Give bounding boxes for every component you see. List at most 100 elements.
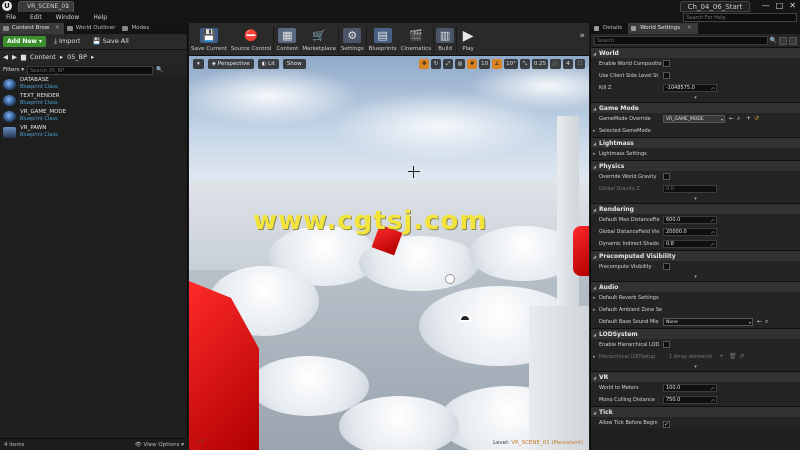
reset-arrow-icon[interactable]: ↺ — [754, 115, 759, 123]
build-button[interactable]: ▥ Build — [434, 23, 456, 56]
rotation-snap-value[interactable]: 10° — [504, 59, 518, 69]
reset-arrow-icon[interactable]: ⤺ — [711, 217, 715, 224]
mono-culling-input[interactable]: 750.0 ⤺ — [663, 396, 717, 404]
reset-arrow-icon[interactable]: ⤺ — [711, 397, 715, 404]
tab-world-outliner[interactable]: World Outliner — [64, 23, 120, 34]
property-matrix-icon[interactable] — [779, 36, 787, 45]
details-search-input[interactable]: Search — [594, 36, 768, 45]
scale-icon[interactable]: ⤢ — [443, 59, 454, 69]
save-all-button[interactable]: 💾 Save All — [89, 36, 133, 47]
reset-arrow-icon[interactable]: ⤺ — [711, 85, 715, 92]
save-current-button[interactable]: 💾 Save Current — [189, 23, 229, 56]
blueprints-button[interactable]: ▤ Blueprints — [367, 23, 399, 56]
close-icon[interactable]: ✕ — [65, 2, 70, 12]
category-precomputed-visibility[interactable]: Precomputed Visibility — [591, 250, 800, 262]
menu-window[interactable]: Window — [50, 14, 80, 21]
list-item[interactable]: TEXT_RENDER Blueprint Class — [0, 93, 187, 109]
gamemode-override-dropdown[interactable]: VR_GAME_MODE ▾ — [663, 115, 725, 123]
back-icon[interactable]: ◀ — [3, 53, 8, 61]
camera-speed-value[interactable]: 4 — [563, 59, 573, 69]
tab-details[interactable]: Details — [591, 23, 628, 34]
source-control-button[interactable]: ⛔ Source Control — [229, 23, 274, 56]
category-lightmass[interactable]: Lightmass — [591, 137, 800, 149]
toolbar-overflow-icon[interactable]: » — [579, 31, 585, 41]
reset-arrow-icon[interactable]: ⤺ — [711, 241, 715, 248]
tab-modes[interactable]: Modes — [119, 23, 153, 34]
tab-content-browser[interactable]: Content Brow ✕ — [0, 23, 64, 34]
category-world[interactable]: World — [591, 47, 800, 59]
cinematics-button[interactable]: 🎬 Cinematics — [399, 23, 434, 56]
close-icon[interactable]: ✕ — [55, 25, 60, 31]
global-distancefield-input[interactable]: 20000.0 ⤺ — [663, 228, 717, 236]
expand-advanced-icon[interactable]: ▾ — [591, 363, 800, 371]
close-window-button[interactable]: ✕ — [789, 0, 796, 11]
reset-arrow-icon[interactable]: ⤺ — [711, 385, 715, 392]
category-physics[interactable]: Physics — [591, 160, 800, 172]
show-button[interactable]: Show — [282, 59, 306, 69]
precompute-visibility-checkbox[interactable] — [663, 263, 670, 270]
marketplace-button[interactable]: 🛒 Marketplace — [300, 23, 338, 56]
category-vr[interactable]: VR — [591, 371, 800, 383]
expand-advanced-icon[interactable]: ▾ — [591, 195, 800, 203]
menu-help[interactable]: Help — [87, 14, 107, 21]
camera-speed-icon[interactable]: 🎥 — [550, 59, 561, 69]
browse-arrow-icon[interactable]: ← — [757, 318, 762, 326]
allow-tick-checkbox[interactable] — [663, 421, 670, 428]
tab-world-settings[interactable]: World Settings ✕ — [628, 23, 698, 34]
reset-arrow-icon[interactable]: ⤺ — [711, 229, 715, 236]
expand-advanced-icon[interactable]: ▾ — [591, 94, 800, 102]
world-to-meters-input[interactable]: 100.0 ⤺ — [663, 384, 717, 392]
enable-hlod-checkbox[interactable] — [663, 341, 670, 348]
list-item[interactable]: VR_PAWN Blueprint Class — [0, 125, 187, 141]
add-new-button[interactable]: Add New ▾ — [3, 36, 47, 47]
search-assets-input[interactable]: Search 05_BP — [27, 65, 153, 75]
settings-button[interactable]: ⚙ Settings — [339, 23, 366, 56]
breadcrumb-folder[interactable]: 05_BP — [67, 53, 87, 61]
search-icon[interactable]: ⌕ — [765, 318, 768, 326]
view-options-button[interactable]: 👁 View Options ▾ — [135, 442, 184, 448]
max-distance-input[interactable]: 600.0 ⤺ — [663, 216, 717, 224]
prop-selected-gamemode[interactable]: Selected GameMode — [591, 125, 800, 137]
trash-icon[interactable]: 🗑 — [729, 353, 737, 361]
base-sound-mix-dropdown[interactable]: None ▾ — [663, 318, 753, 326]
breadcrumb-content[interactable]: Content — [30, 53, 56, 61]
add-icon[interactable]: + — [746, 115, 751, 123]
maximize-button[interactable]: □ — [776, 0, 784, 11]
close-icon[interactable]: ✕ — [687, 25, 692, 31]
prop-hierarchical-lod-setup[interactable]: Hierarchical LODSetup 1 Array elements +… — [591, 351, 800, 363]
viewport-options-button[interactable]: ▾ — [193, 59, 204, 69]
expand-advanced-icon[interactable]: ▾ — [591, 273, 800, 281]
content-button[interactable]: ▦ Content — [274, 23, 300, 56]
lit-button[interactable]: ◐ Lit — [257, 59, 279, 69]
filters-button[interactable]: Filters ▾ — [3, 67, 24, 73]
level-viewport[interactable]: www.cgtsj.com ▾ ◈ Perspective ◐ Lit Show… — [189, 56, 589, 450]
prop-default-reverb[interactable]: Default Reverb Settings — [591, 292, 800, 304]
add-icon[interactable]: + — [719, 353, 724, 361]
play-button[interactable]: ▶ Play — [457, 23, 479, 56]
maximize-viewport-icon[interactable]: ⛶ — [575, 59, 585, 69]
kill-z-input[interactable]: -1048575.0 ⤺ — [663, 84, 717, 92]
search-help-input[interactable]: Search For Help — [683, 13, 797, 22]
enable-world-composition-checkbox[interactable] — [663, 60, 670, 67]
import-button[interactable]: ⤓ Import — [50, 36, 85, 47]
prop-lightmass-settings[interactable]: Lightmass Settings — [591, 148, 800, 160]
scale-snap-icon[interactable]: ⤡ — [519, 59, 530, 69]
category-game-mode[interactable]: Game Mode — [591, 102, 800, 114]
category-tick[interactable]: Tick — [591, 406, 800, 418]
translate-icon[interactable]: ✥ — [419, 59, 430, 69]
scale-snap-value[interactable]: 0.25 — [531, 59, 549, 69]
use-client-side-checkbox[interactable] — [663, 72, 670, 79]
override-gravity-checkbox[interactable] — [663, 173, 670, 180]
view-options-icon[interactable] — [789, 36, 797, 45]
browse-arrow-icon[interactable]: ← — [729, 115, 734, 123]
grid-snap-value[interactable]: 10 — [479, 59, 491, 69]
forward-icon[interactable]: ▶ — [12, 53, 17, 61]
minimize-button[interactable]: — — [762, 0, 770, 11]
dynamic-indirect-input[interactable]: 0.8 ⤺ — [663, 240, 717, 248]
reset-arrow-icon[interactable]: ↺ — [739, 353, 744, 361]
menu-edit[interactable]: Edit — [24, 14, 42, 21]
rotation-snap-icon[interactable]: ∠ — [492, 59, 503, 69]
list-item[interactable]: VR_GAME_MODE Blueprint Class — [0, 109, 187, 125]
perspective-button[interactable]: ◈ Perspective — [207, 59, 254, 69]
category-lod-system[interactable]: LODSystem — [591, 328, 800, 340]
